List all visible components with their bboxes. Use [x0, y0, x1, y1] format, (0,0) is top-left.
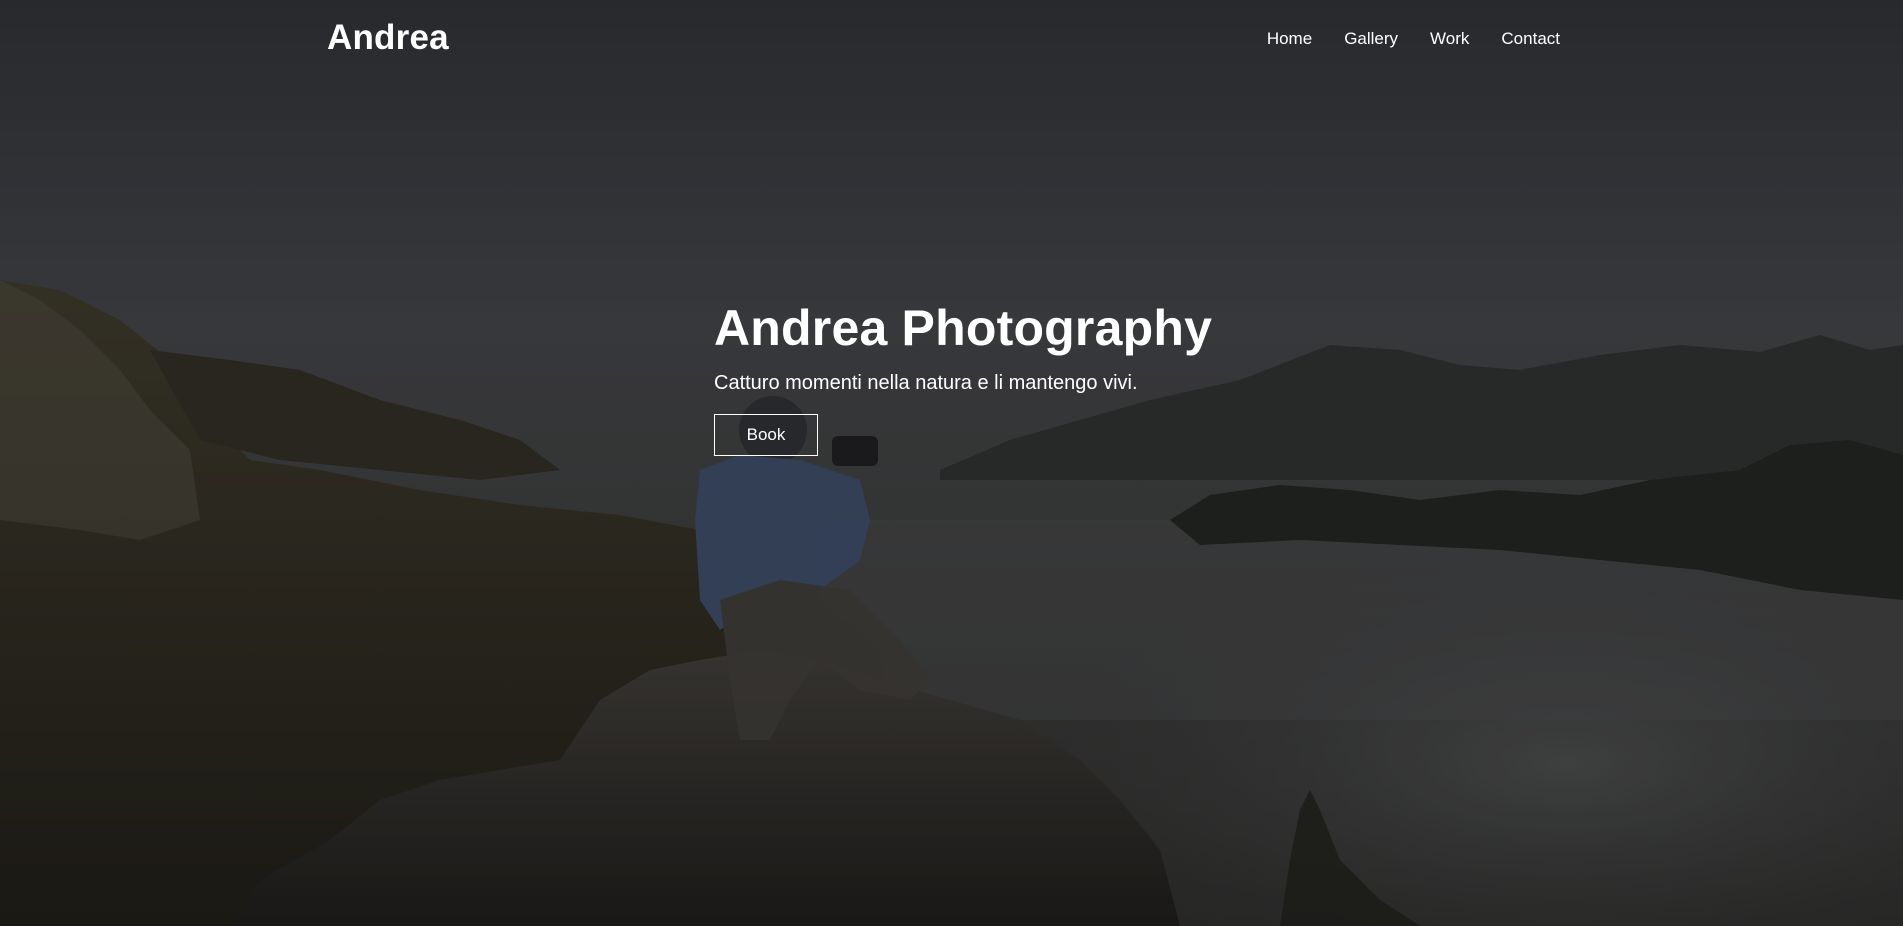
main-nav: Home Gallery Work Contact [1235, 29, 1560, 49]
brand-logo[interactable]: Andrea [327, 18, 449, 58]
hero-dark-overlay [0, 0, 1903, 926]
nav-item-work[interactable]: Work [1430, 29, 1469, 49]
book-button[interactable]: Book [714, 414, 818, 456]
hero-content: Andrea Photography Catturo momenti nella… [714, 300, 1274, 456]
nav-item-home[interactable]: Home [1267, 29, 1312, 49]
top-navbar: Andrea Home Gallery Work Contact [0, 0, 1903, 80]
hero-subtitle: Catturo momenti nella natura e li manten… [714, 372, 1138, 394]
hero-section: Andrea Home Gallery Work Contact Andrea … [0, 0, 1903, 926]
hero-title: Andrea Photography [714, 300, 1213, 356]
nav-item-gallery[interactable]: Gallery [1344, 29, 1398, 49]
nav-item-contact[interactable]: Contact [1501, 29, 1560, 49]
